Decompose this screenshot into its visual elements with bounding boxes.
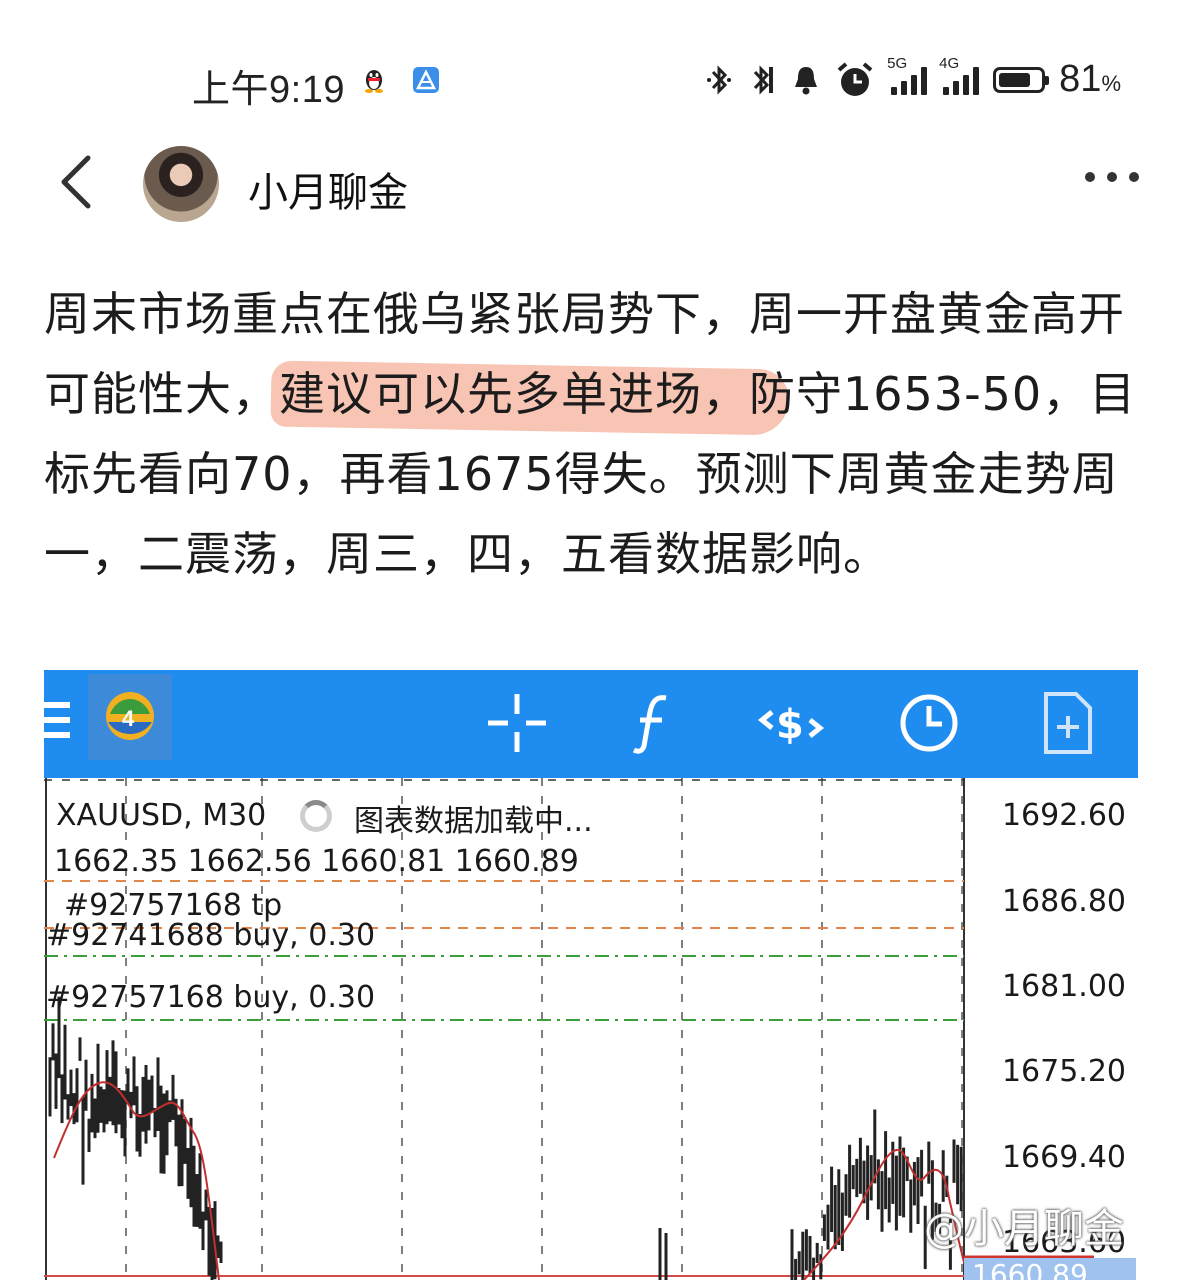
battery-percent-unit: % <box>1101 71 1121 96</box>
mt4-toolbar: 4 $ <box>44 670 1138 778</box>
candle-bars <box>48 996 963 1280</box>
signal-5g-label: 5G <box>887 54 908 72</box>
price-axis-label: 1686.80 <box>1001 884 1126 919</box>
new-document-icon[interactable] <box>1032 688 1102 758</box>
price-axis-label: 1692.60 <box>1001 798 1126 833</box>
price-axis-label: 1669.40 <box>1001 1140 1126 1175</box>
current-price-tag: 1660.89 <box>964 1258 1136 1280</box>
price-axis-label: 1675.20 <box>1001 1054 1126 1089</box>
qq-penguin-icon <box>365 70 383 93</box>
avatar[interactable] <box>143 146 219 222</box>
crosshair-icon[interactable] <box>482 688 552 758</box>
clock-icon[interactable] <box>894 688 964 758</box>
price-axis-label: 1681.00 <box>1001 969 1126 1004</box>
battery-percent: 81% <box>1059 58 1121 101</box>
author-name[interactable]: 小月聊金 <box>248 160 408 218</box>
bell-icon <box>795 66 818 94</box>
mt4-logo-icon[interactable]: 4 <box>88 674 172 760</box>
watermark: @小月聊金 <box>924 1206 1124 1252</box>
svg-text:$: $ <box>776 702 804 748</box>
article-highlight: 建议可以先多单进场， <box>279 367 749 421</box>
svg-text:4: 4 <box>122 706 135 731</box>
status-right-group: 5G 4G 81% <box>705 55 1121 101</box>
signal-4g-label: 4G <box>939 54 960 72</box>
app-icon <box>413 67 439 93</box>
chart-symbol: XAUUSD, M30 <box>56 798 267 833</box>
article-text: 周末市场重点在俄乌紧张局势下，周一开盘黄金高开可能性大，建议可以先多单进场，防守… <box>44 274 1144 594</box>
article-highlight-text: 建议可以先多单进场， <box>279 367 749 421</box>
trade-icon[interactable]: $ <box>756 688 826 758</box>
signal-4g-icon: 4G <box>939 55 980 95</box>
order-label-buy-2: #92757168 buy, 0.30 <box>46 980 376 1015</box>
battery-percent-value: 81 <box>1059 58 1102 100</box>
battery-icon <box>993 66 1050 93</box>
alarm-icon <box>837 61 873 96</box>
chart-loading-text: 图表数据加载中... <box>354 804 593 839</box>
loading-spinner-icon <box>300 800 332 832</box>
chevron-left-icon[interactable] <box>52 152 112 212</box>
function-icon[interactable] <box>618 688 688 758</box>
status-time: 上午9:19 <box>192 69 345 111</box>
menu-icon[interactable] <box>44 698 72 742</box>
battery-fill <box>999 72 1031 87</box>
order-label-buy-1: #92741688 buy, 0.30 <box>46 918 376 953</box>
more-dots-icon[interactable] <box>1085 172 1139 182</box>
signal-5g-icon: 5G <box>887 55 928 95</box>
chart-ohlc: 1662.35 1662.56 1660.81 1660.89 <box>54 844 579 879</box>
mt4-chart-image[interactable]: 4 $ XAUUSD, M30 图表数据加载中... 1662.35 1662.… <box>44 670 1138 1280</box>
bluetooth-off-icon <box>754 64 774 95</box>
bluetooth-icon <box>707 64 732 95</box>
